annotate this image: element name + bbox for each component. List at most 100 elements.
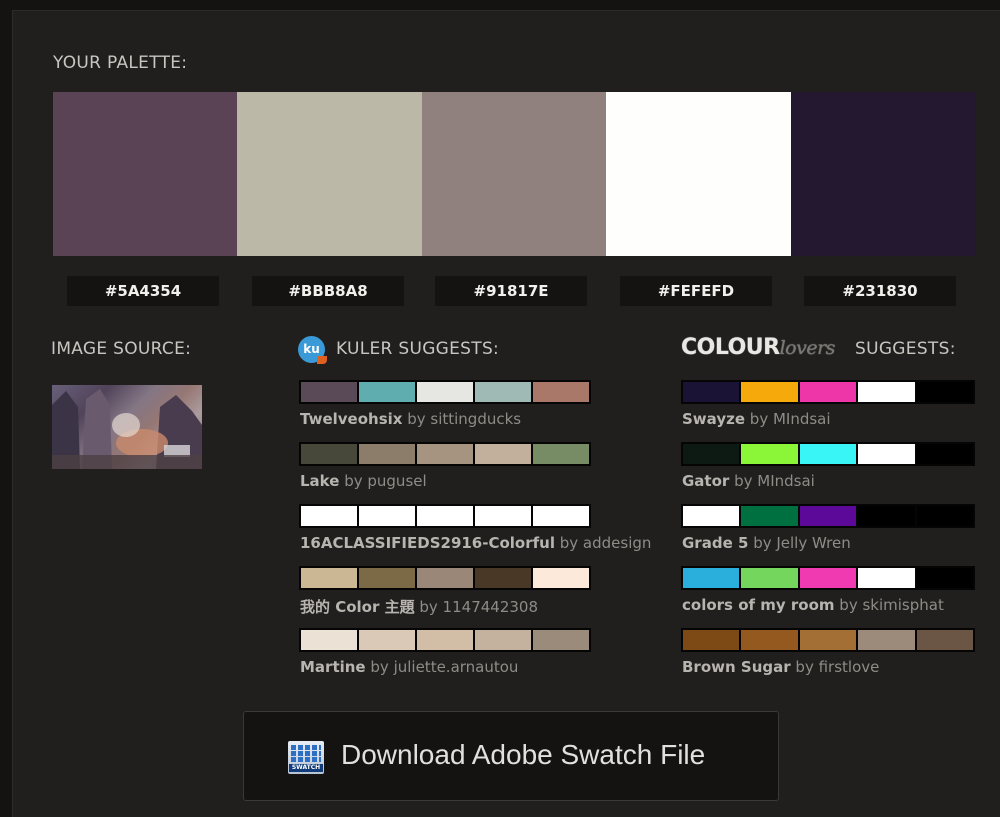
suggestion-name-link[interactable]: 16ACLASSIFIEDS2916-Colorful	[300, 534, 555, 552]
suggestion-color-strip[interactable]	[681, 442, 975, 466]
suggestion-caption: Swayze by MIndsai	[682, 410, 831, 428]
suggestion-color-chip	[359, 506, 415, 526]
suggestion-color-chip	[916, 630, 974, 650]
suggestion-author[interactable]: by MIndsai	[750, 410, 831, 428]
colourlovers-heading: SUGGESTS:	[855, 339, 956, 359]
suggestion-author[interactable]: by pugusel	[344, 472, 426, 490]
suggestion-color-chip	[359, 444, 415, 464]
suggestion-color-strip[interactable]	[681, 380, 975, 404]
suggestion-caption: Lake by pugusel	[300, 472, 427, 490]
suggestion-color-chip	[916, 382, 974, 402]
suggestion-name-link[interactable]: Brown Sugar	[682, 658, 791, 676]
suggestion-author[interactable]: by juliette.arnautou	[370, 658, 518, 676]
suggestion-author[interactable]: by firstlove	[795, 658, 879, 676]
suggestion-color-chip	[301, 568, 357, 588]
suggestion-color-chip	[475, 630, 531, 650]
suggestion-color-chip	[916, 506, 974, 526]
swatch-icon-label: SWATCH	[289, 764, 323, 772]
colourlovers-logo-light: lovers	[779, 337, 836, 359]
suggestion-color-chip	[799, 568, 857, 588]
suggestion-name-link[interactable]: Twelveohsix	[300, 410, 402, 428]
suggestion-color-chip	[858, 444, 915, 464]
suggestion-caption: Grade 5 by Jelly Wren	[682, 534, 851, 552]
hex-code-label: #91817E	[435, 276, 587, 306]
suggestion-color-chip	[741, 630, 798, 650]
suggestion-color-chip	[475, 382, 531, 402]
download-swatch-button[interactable]: SWATCH Download Adobe Swatch File	[243, 711, 779, 801]
suggestion-caption: 16ACLASSIFIEDS2916-Colorful by addesign	[300, 534, 651, 552]
suggestion-color-chip	[916, 444, 974, 464]
suggestion-name-link[interactable]: 我的 Color 主題	[300, 598, 415, 616]
suggestion-caption: Martine by juliette.arnautou	[300, 658, 518, 676]
palette-swatch[interactable]	[606, 92, 791, 256]
suggestion-color-chip	[683, 506, 740, 526]
suggestion-color-chip	[858, 506, 915, 526]
suggestion-color-chip	[858, 630, 915, 650]
suggestion-color-chip	[799, 506, 857, 526]
suggestion-caption: Twelveohsix by sittingducks	[300, 410, 521, 428]
palette-swatch[interactable]	[790, 92, 976, 256]
suggestion-color-chip	[799, 444, 857, 464]
suggestion-color-chip	[799, 630, 857, 650]
suggestion-color-chip	[741, 506, 798, 526]
image-source-thumbnail[interactable]	[52, 385, 202, 469]
suggestion-color-chip	[741, 382, 798, 402]
suggestion-color-chip	[475, 506, 531, 526]
suggestion-color-chip	[475, 568, 531, 588]
suggestion-color-chip	[799, 382, 857, 402]
suggestion-color-chip	[301, 382, 357, 402]
thumbnail-artwork	[52, 385, 202, 469]
suggestion-color-chip	[533, 444, 589, 464]
suggestion-color-chip	[359, 382, 415, 402]
suggestion-color-chip	[417, 630, 473, 650]
suggestion-color-chip	[417, 568, 473, 588]
suggestion-name-link[interactable]: colors of my room	[682, 596, 835, 614]
suggestion-color-strip[interactable]	[681, 504, 975, 528]
suggestion-author[interactable]: by 1147442308	[419, 598, 538, 616]
suggestion-color-chip	[301, 506, 357, 526]
suggestion-color-chip	[301, 630, 357, 650]
suggestion-color-strip[interactable]	[299, 628, 591, 652]
suggestion-color-strip[interactable]	[681, 628, 975, 652]
suggestion-color-chip	[741, 444, 798, 464]
suggestion-color-chip	[533, 382, 589, 402]
hex-codes-row: #5A4354 #BBB8A8 #91817E #FEFEFD #231830	[67, 276, 959, 306]
suggestion-color-chip	[301, 444, 357, 464]
suggestion-color-strip[interactable]	[299, 442, 591, 466]
suggestion-author[interactable]: by Jelly Wren	[753, 534, 851, 552]
suggestion-name-link[interactable]: Lake	[300, 472, 339, 490]
suggestion-name-link[interactable]: Swayze	[682, 410, 745, 428]
hex-code-label: #5A4354	[67, 276, 219, 306]
suggestion-color-chip	[683, 630, 740, 650]
suggestion-name-link[interactable]: Martine	[300, 658, 366, 676]
suggestion-author[interactable]: by MIndsai	[734, 472, 815, 490]
suggestion-color-chip	[533, 506, 589, 526]
suggestion-author[interactable]: by addesign	[560, 534, 652, 552]
suggestion-color-strip[interactable]	[299, 380, 591, 404]
suggestion-color-strip[interactable]	[299, 566, 591, 590]
suggestion-color-strip[interactable]	[681, 566, 975, 590]
suggestion-color-strip[interactable]	[299, 504, 591, 528]
image-source-heading: IMAGE SOURCE:	[51, 339, 192, 359]
swatch-file-icon: SWATCH	[288, 741, 324, 774]
suggestion-color-chip	[417, 444, 473, 464]
suggestion-color-chip	[858, 568, 915, 588]
suggestion-author[interactable]: by sittingducks	[407, 410, 521, 428]
suggestion-author[interactable]: by skimisphat	[839, 596, 944, 614]
suggestion-caption: 我的 Color 主題 by 1147442308	[300, 596, 538, 617]
suggestion-color-chip	[741, 568, 798, 588]
palette-swatch[interactable]	[237, 92, 422, 256]
suggestion-caption: Gator by MIndsai	[682, 472, 815, 490]
suggestion-name-link[interactable]: Grade 5	[682, 534, 748, 552]
palette-swatch[interactable]	[421, 92, 607, 256]
kuler-heading: KULER SUGGESTS:	[336, 339, 500, 359]
palette-swatch[interactable]	[53, 92, 238, 256]
palette-swatches	[53, 92, 976, 256]
colourlovers-logo: COLOURlovers	[681, 335, 835, 360]
hex-code-label: #BBB8A8	[252, 276, 404, 306]
download-button-label: Download Adobe Swatch File	[341, 739, 706, 770]
kuler-logo-icon: ku	[298, 336, 327, 364]
suggestion-name-link[interactable]: Gator	[682, 472, 729, 490]
suggestion-color-chip	[417, 382, 473, 402]
suggestion-color-chip	[417, 506, 473, 526]
